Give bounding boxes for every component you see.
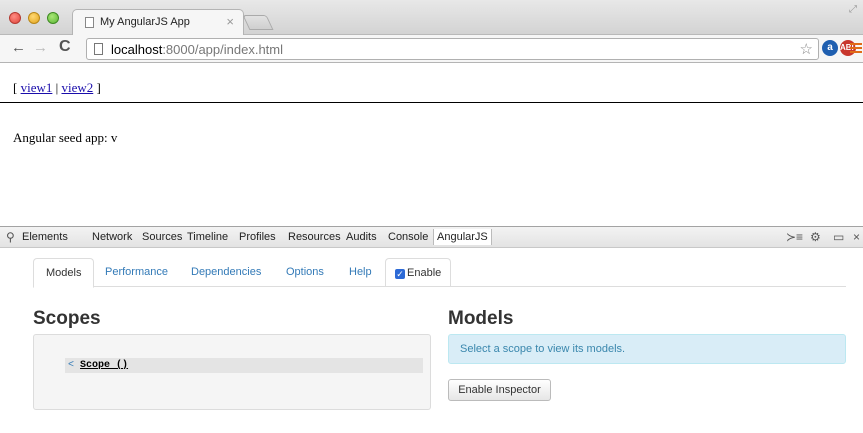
devtools-tab-bar: ⚲ Elements Network Sources Timeline Prof… (0, 226, 863, 248)
devtools-tab-network[interactable]: Network (92, 231, 132, 243)
fullscreen-icon[interactable]: ⤢ (849, 4, 857, 15)
address-bar[interactable]: localhost:8000/app/index.html ☆ (86, 38, 819, 60)
devtools-tab-audits[interactable]: Audits (346, 231, 377, 243)
angularjs-panel: Models Performance Dependencies Options … (0, 248, 863, 433)
close-window-icon[interactable] (9, 12, 21, 24)
extension-icon[interactable]: a (822, 40, 838, 56)
devtools-tab-elements[interactable]: Elements (22, 231, 68, 243)
minimize-window-icon[interactable] (28, 12, 40, 24)
browser-toolbar: ← → C localhost:8000/app/index.html ☆ a … (0, 35, 863, 63)
browser-tab-strip: My AngularJS App × ⤢ (0, 0, 863, 35)
expand-caret-icon[interactable]: < (68, 360, 74, 371)
subtab-dependencies[interactable]: Dependencies (191, 266, 261, 278)
page-icon (85, 17, 94, 28)
nav-separator: | (55, 80, 59, 95)
app-version-text: Angular seed app: v (13, 130, 118, 145)
url-text: localhost:8000/app/index.html (111, 42, 283, 57)
page-icon (94, 43, 103, 55)
models-heading: Models (448, 308, 514, 329)
checkbox-checked-icon[interactable]: ✓ (395, 269, 405, 279)
scope-link[interactable]: Scope () (80, 360, 128, 371)
devtools-tab-profiles[interactable]: Profiles (239, 231, 276, 243)
nav-bracket-open: [ (13, 80, 18, 95)
back-icon[interactable]: ← (11, 39, 26, 56)
subtab-options[interactable]: Options (286, 266, 324, 278)
enable-toggle[interactable]: ✓ Enable (385, 258, 452, 287)
devtools-tab-resources[interactable]: Resources (288, 231, 341, 243)
reload-icon[interactable]: C (59, 38, 71, 56)
scopes-tree: < Scope () (33, 334, 431, 410)
drawer-toggle-icon[interactable]: ≻≡ (786, 230, 803, 244)
devtools-tab-console[interactable]: Console (388, 231, 428, 243)
subtab-performance[interactable]: Performance (105, 266, 168, 278)
url-path: :8000/app/index.html (162, 42, 284, 57)
devtools-tab-timeline[interactable]: Timeline (187, 231, 228, 243)
subtab-models[interactable]: Models (33, 258, 95, 288)
models-info-alert: Select a scope to view its models. (448, 334, 846, 364)
close-icon[interactable]: × (853, 230, 860, 244)
divider (0, 102, 863, 103)
view1-link[interactable]: view1 (21, 80, 53, 95)
scopes-heading: Scopes (33, 308, 101, 329)
url-host: localhost (111, 42, 163, 57)
page-content: [ view1 | view2 ] Angular seed app: v (0, 64, 863, 226)
menu-icon[interactable] (850, 43, 862, 55)
subtab-help[interactable]: Help (349, 266, 372, 278)
tab-title: My AngularJS App (100, 16, 190, 28)
nav-bracket-close: ] (96, 80, 101, 95)
view-nav: [ view1 | view2 ] (13, 80, 101, 96)
batarang-subtabs: Models Performance Dependencies Options … (33, 258, 846, 288)
scope-row[interactable]: < Scope () (65, 358, 423, 373)
forward-icon[interactable]: → (33, 39, 48, 56)
zoom-window-icon[interactable] (47, 12, 59, 24)
gear-icon[interactable]: ⚙ (810, 230, 821, 244)
inspect-search-icon[interactable]: ⚲ (6, 230, 15, 244)
bookmark-star-icon[interactable]: ☆ (800, 40, 813, 58)
view2-link[interactable]: view2 (61, 80, 93, 95)
new-tab-button[interactable] (242, 15, 274, 30)
browser-tab[interactable]: My AngularJS App × (72, 9, 244, 35)
tab-close-icon[interactable]: × (226, 14, 234, 29)
devtools-tab-sources[interactable]: Sources (142, 231, 182, 243)
dock-icon[interactable]: ▭ (833, 230, 844, 244)
devtools-tab-angularjs[interactable]: AngularJS (433, 229, 492, 245)
enable-label: Enable (407, 267, 442, 279)
enable-inspector-button[interactable]: Enable Inspector (448, 379, 551, 401)
